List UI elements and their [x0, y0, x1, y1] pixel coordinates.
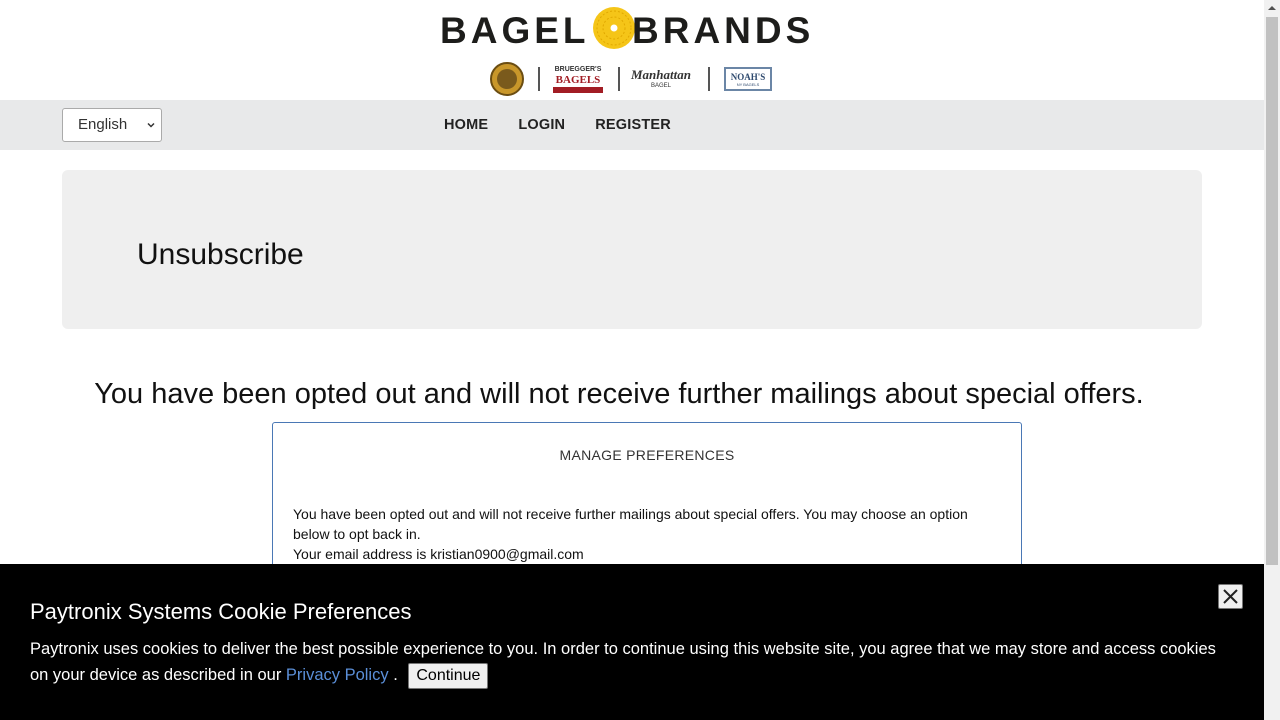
manage-preferences-title: MANAGE PREFERENCES: [559, 447, 735, 463]
logo-divider: [708, 67, 710, 91]
privacy-policy-link[interactable]: Privacy Policy: [286, 666, 389, 684]
vertical-scrollbar[interactable]: [1264, 0, 1280, 720]
cookie-description: Paytronix uses cookies to deliver the be…: [30, 640, 1216, 684]
logo-divider: [538, 67, 540, 91]
navbar: English HOME LOGIN REGISTER: [0, 100, 1264, 150]
page-header-panel: Unsubscribe: [62, 170, 1202, 329]
chevron-down-icon: [147, 122, 155, 128]
nav-home-link[interactable]: HOME: [444, 117, 488, 133]
manhattan-bagel-logo: Manhattan BAGEL: [631, 67, 691, 90]
noahs-bagels-logo: NOAH'S NY BAGELS: [724, 67, 772, 91]
brand-word-brands: BRANDS: [632, 10, 815, 51]
opt-out-message: You have been opted out and will not rec…: [94, 378, 1144, 410]
scrollbar-thumb[interactable]: [1266, 17, 1278, 565]
bagel-sun-icon: [593, 7, 635, 49]
continue-button[interactable]: Continue: [408, 662, 489, 689]
cookie-banner-text: Paytronix uses cookies to deliver the be…: [30, 636, 1230, 689]
nav-register-link[interactable]: REGISTER: [595, 117, 671, 133]
language-selected-value: English: [78, 116, 128, 133]
bagel-brands-logo[interactable]: BAGEL BRANDS BRUEGGER'S BAGELS Manhattan: [438, 0, 828, 100]
email-address-text: Your email address is kristian0900@gmail…: [293, 546, 584, 562]
brand-word-bagel: BAGEL: [440, 10, 590, 51]
cookie-period: .: [388, 666, 398, 684]
brand-wordmark: BAGEL BRANDS: [438, 4, 828, 51]
brueggers-logo: BRUEGGER'S BAGELS: [552, 62, 604, 96]
close-icon: [1223, 589, 1238, 604]
close-cookie-button[interactable]: [1218, 584, 1243, 609]
scroll-up-arrow-icon[interactable]: [1264, 0, 1280, 16]
preferences-body: You have been opted out and will not rec…: [293, 504, 993, 564]
preferences-description: You have been opted out and will not rec…: [293, 506, 968, 542]
logo-divider: [618, 67, 620, 91]
cookie-banner: Paytronix Systems Cookie Preferences Pay…: [0, 564, 1264, 720]
page-title: Unsubscribe: [137, 238, 304, 271]
nav-login-link[interactable]: LOGIN: [518, 117, 565, 133]
nav-links: HOME LOGIN REGISTER: [444, 100, 701, 150]
language-select[interactable]: English: [62, 108, 162, 142]
cookie-banner-title: Paytronix Systems Cookie Preferences: [30, 599, 412, 624]
einstein-bros-logo: [490, 62, 524, 96]
sub-brand-logos: BRUEGGER'S BAGELS Manhattan BAGEL NOAH'S…: [488, 62, 778, 98]
page: BAGEL BRANDS BRUEGGER'S BAGELS Manhattan: [0, 0, 1264, 720]
